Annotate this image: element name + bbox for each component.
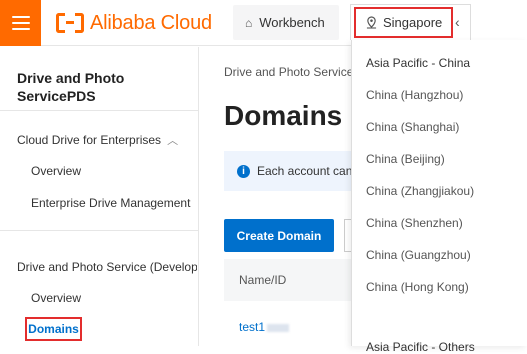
sidebar-group-label: Cloud Drive for Enterprises	[17, 133, 162, 147]
region-option[interactable]: China (Beijing)	[366, 152, 445, 166]
brand-name: Alibaba Cloud	[90, 11, 212, 34]
workbench-button[interactable]: ⌂ Workbench	[233, 5, 339, 40]
region-current[interactable]: Singapore	[354, 7, 453, 38]
region-option[interactable]: China (Shenzhen)	[366, 216, 463, 230]
home-icon: ⌂	[245, 15, 253, 30]
breadcrumb[interactable]: Drive and Photo Service	[224, 65, 353, 79]
brand-logo[interactable]: Alibaba Cloud	[56, 11, 212, 35]
region-dropdown: Asia Pacific - China China (Hangzhou) Ch…	[351, 40, 527, 354]
alibaba-cloud-logo-icon	[56, 13, 84, 33]
chevron-left-icon[interactable]: ‹	[455, 14, 460, 30]
region-selector[interactable]: Singapore ‹	[350, 4, 471, 40]
sidebar-group-cloud-drive[interactable]: Cloud Drive for Enterprises ︿	[17, 132, 197, 148]
menu-button[interactable]	[0, 0, 41, 46]
notice-text: Each account can	[257, 164, 353, 178]
workbench-label: Workbench	[259, 15, 325, 30]
redacted-text	[267, 323, 290, 332]
domain-name-link[interactable]: test1	[239, 320, 265, 334]
table-row[interactable]: test1	[239, 320, 290, 334]
region-group-header: Asia Pacific - Others	[366, 340, 475, 354]
divider	[0, 230, 199, 231]
divider	[0, 110, 199, 111]
region-option[interactable]: China (Guangzhou)	[366, 248, 471, 262]
create-domain-button[interactable]: Create Domain	[224, 219, 334, 252]
sidebar-item-overview-dev[interactable]: Overview	[31, 291, 197, 305]
region-label: Singapore	[383, 15, 443, 30]
region-option[interactable]: China (Hong Kong)	[366, 280, 469, 294]
region-option[interactable]: China (Zhangjiakou)	[366, 184, 474, 198]
sidebar-item-enterprise-drive-management[interactable]: Enterprise Drive Management	[31, 196, 197, 210]
region-group-header: Asia Pacific - China	[366, 56, 471, 70]
column-header-name-id: Name/ID	[239, 273, 287, 287]
menu-icon	[11, 16, 30, 30]
region-option[interactable]: China (Hangzhou)	[366, 88, 463, 102]
region-option[interactable]: China (Shanghai)	[366, 120, 459, 134]
sidebar-group-developer[interactable]: Drive and Photo Service (Developer)	[17, 260, 197, 274]
product-title: Drive and Photo ServicePDS	[17, 70, 125, 104]
sidebar-item-overview[interactable]: Overview	[31, 164, 197, 178]
page-title: Domains	[224, 100, 343, 131]
info-icon: i	[237, 164, 250, 178]
location-pin-icon	[366, 16, 377, 29]
sidebar: Drive and Photo ServicePDS Cloud Drive f…	[0, 47, 199, 346]
chevron-up-icon: ︿	[167, 135, 179, 147]
sidebar-item-domains[interactable]: Domains	[25, 317, 82, 341]
